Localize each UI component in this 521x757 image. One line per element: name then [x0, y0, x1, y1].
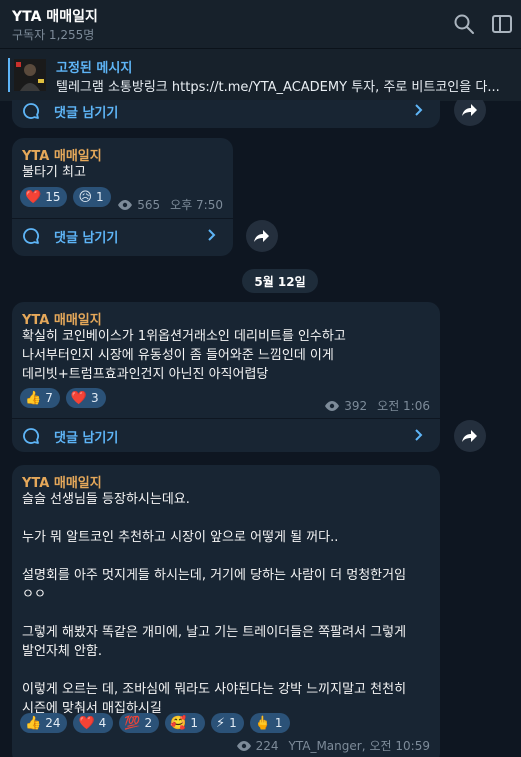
- reaction-count: 1: [190, 716, 198, 730]
- message-bubble[interactable]: YTA 매매일지 불타기 최고 ❤️ 15 😥 1 565 오후 7:50 댓글 남…: [12, 138, 233, 256]
- reaction-count: 7: [45, 391, 53, 405]
- comment-label: 댓글 남기기: [54, 231, 119, 246]
- reaction-count: 1: [229, 716, 237, 730]
- channel-title[interactable]: YTA 매매일지: [12, 6, 98, 26]
- reaction-chip[interactable]: ❤️ 4: [73, 713, 114, 733]
- message-text: 불타기 최고: [22, 165, 86, 180]
- forward-icon: [254, 230, 269, 242]
- message-time: 오전 10:59: [369, 739, 430, 753]
- view-count: 392: [344, 398, 368, 413]
- reaction-chip[interactable]: ❤️ 15: [20, 187, 68, 207]
- reactions: 👍 24 ❤️ 4 💯 2 🥰 1 ⚡ 1 🖕 1: [20, 713, 290, 733]
- channel-header[interactable]: YTA 매매일지 구독자 1,255명: [0, 0, 521, 48]
- message-meta: 392 오전 1:06: [324, 397, 430, 414]
- reaction-emoji: 🥰: [170, 715, 187, 731]
- subscriber-count: 구독자 1,255명: [12, 28, 95, 42]
- reaction-emoji: 😥: [78, 189, 93, 205]
- reaction-chip[interactable]: 👍 7: [20, 388, 60, 408]
- chevron-right-icon: [208, 229, 216, 241]
- message-sender[interactable]: YTA 매매일지: [22, 145, 102, 164]
- pinned-thumbnail: [14, 59, 46, 91]
- forward-button[interactable]: [454, 420, 486, 452]
- date-separator: 5월 12일: [242, 269, 318, 293]
- comment-label: 댓글 남기기: [54, 106, 119, 121]
- reaction-emoji: ❤️: [25, 189, 42, 205]
- reaction-count: 4: [98, 716, 107, 730]
- message-sender[interactable]: YTA 매매일지: [22, 472, 102, 491]
- reaction-chip[interactable]: 👍 24: [20, 713, 68, 733]
- message-text: 확실히 코인베이스가 1위옵션거래소인 데리비트를 인수하고 나서부터인지 시장…: [22, 329, 346, 382]
- reaction-count: 24: [45, 716, 61, 730]
- reaction-count: 2: [144, 716, 153, 730]
- message-text: 슬슬 선생님들 등장하시는데요. 누가 뭐 알트코인 추천하고 시장이 앞으로 …: [22, 492, 407, 716]
- reaction-emoji: 👍: [25, 715, 42, 731]
- reaction-chip[interactable]: ❤️ 3: [65, 388, 106, 408]
- pinned-indicator: [8, 58, 10, 92]
- reaction-count: 15: [45, 190, 61, 204]
- reaction-emoji: 🖕: [254, 715, 271, 731]
- reaction-chip[interactable]: 😥 1: [73, 187, 111, 207]
- reaction-count: 1: [96, 190, 104, 204]
- reaction-emoji: ⚡: [215, 715, 226, 731]
- message-time: 오전 1:06: [377, 399, 430, 413]
- comment-row[interactable]: 댓글 남기기: [12, 418, 440, 453]
- comment-icon: [23, 228, 39, 244]
- comment-row[interactable]: 댓글 남기기: [12, 100, 440, 128]
- reaction-chip[interactable]: 🖕 1: [249, 713, 290, 733]
- reaction-emoji: ❤️: [78, 715, 95, 731]
- pinned-text: 텔레그램 소통방링크 https://t.me/YTA_ACADEMY 투자, …: [56, 80, 500, 95]
- eye-icon: [236, 740, 251, 751]
- reaction-emoji: 💯: [124, 715, 141, 731]
- reaction-emoji: 👍: [25, 390, 42, 406]
- message-time: 오후 7:50: [170, 198, 223, 212]
- comment-row[interactable]: 댓글 남기기: [12, 218, 233, 253]
- pinned-message-bar[interactable]: 고정된 메시지 텔레그램 소통방링크 https://t.me/YTA_ACAD…: [0, 48, 521, 101]
- view-count: 224: [255, 738, 279, 753]
- comment-label: 댓글 남기기: [54, 431, 119, 446]
- reaction-count: 3: [91, 391, 99, 405]
- chevron-right-icon: [415, 429, 423, 441]
- reactions: 👍 7 ❤️ 3: [20, 388, 106, 408]
- menu-icon[interactable]: [490, 12, 514, 36]
- reaction-chip[interactable]: ⚡ 1: [210, 713, 244, 733]
- forward-icon: [462, 430, 477, 442]
- reaction-emoji: ❤️: [70, 390, 88, 406]
- message-author: YTA_Manger,: [288, 738, 366, 753]
- comment-icon: [23, 428, 39, 444]
- reactions: ❤️ 15 😥 1: [20, 187, 111, 207]
- message-bubble[interactable]: YTA 매매일지 슬슬 선생님들 등장하시는데요. 누가 뭐 알트코인 추천하고…: [12, 465, 440, 757]
- message-sender[interactable]: YTA 매매일지: [22, 309, 102, 328]
- chevron-right-icon: [415, 104, 423, 116]
- comment-icon: [23, 103, 39, 119]
- message-bubble-partial: 댓글 남기기: [12, 100, 440, 128]
- forward-button[interactable]: [454, 100, 486, 126]
- pinned-title: 고정된 메시지: [56, 61, 133, 76]
- reaction-count: 1: [274, 716, 283, 730]
- view-count: 565: [137, 197, 161, 212]
- message-meta: 565 오후 7:50: [117, 196, 223, 213]
- message-meta: 224 YTA_Manger, 오전 10:59: [236, 737, 430, 754]
- reaction-chip[interactable]: 💯 2: [119, 713, 160, 733]
- forward-button[interactable]: [246, 220, 278, 252]
- message-bubble[interactable]: YTA 매매일지 확실히 코인베이스가 1위옵션거래소인 데리비트를 인수하고 …: [12, 302, 440, 452]
- search-icon[interactable]: [452, 12, 476, 36]
- eye-icon: [118, 199, 133, 210]
- reaction-chip[interactable]: 🥰 1: [165, 713, 205, 733]
- message-feed[interactable]: 댓글 남기기 YTA 매매일지 불타기 최고 ❤️ 15 😥 1 565 오후 7:…: [0, 100, 521, 757]
- eye-icon: [325, 400, 340, 411]
- forward-icon: [462, 104, 477, 116]
